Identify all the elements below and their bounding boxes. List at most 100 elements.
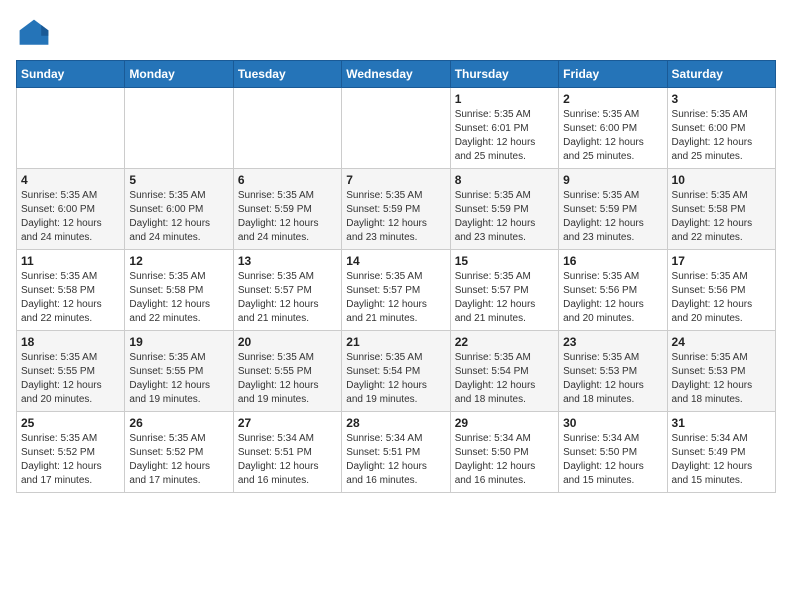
day-number: 20 xyxy=(238,335,337,349)
calendar-cell xyxy=(17,88,125,169)
calendar-week-row: 25 Sunrise: 5:35 AM Sunset: 5:52 PM Dayli… xyxy=(17,412,776,493)
calendar-cell: 15 Sunrise: 5:35 AM Sunset: 5:57 PM Dayli… xyxy=(450,250,558,331)
day-info: Sunrise: 5:35 AM Sunset: 5:52 PM Dayligh… xyxy=(129,432,228,488)
day-number: 4 xyxy=(21,173,120,187)
day-info: Sunrise: 5:35 AM Sunset: 5:56 PM Dayligh… xyxy=(563,270,662,326)
day-info: Sunrise: 5:35 AM Sunset: 5:54 PM Dayligh… xyxy=(346,351,445,407)
day-info: Sunrise: 5:35 AM Sunset: 5:58 PM Dayligh… xyxy=(129,270,228,326)
day-info: Sunrise: 5:35 AM Sunset: 6:00 PM Dayligh… xyxy=(563,108,662,164)
calendar-cell: 13 Sunrise: 5:35 AM Sunset: 5:57 PM Dayli… xyxy=(233,250,341,331)
calendar-cell: 19 Sunrise: 5:35 AM Sunset: 5:55 PM Dayli… xyxy=(125,331,233,412)
day-info: Sunrise: 5:35 AM Sunset: 5:53 PM Dayligh… xyxy=(672,351,771,407)
day-info: Sunrise: 5:35 AM Sunset: 5:57 PM Dayligh… xyxy=(346,270,445,326)
day-number: 25 xyxy=(21,416,120,430)
page-header xyxy=(16,16,776,52)
day-number: 22 xyxy=(455,335,554,349)
calendar-cell xyxy=(342,88,450,169)
calendar-cell: 29 Sunrise: 5:34 AM Sunset: 5:50 PM Dayli… xyxy=(450,412,558,493)
calendar-week-row: 11 Sunrise: 5:35 AM Sunset: 5:58 PM Dayli… xyxy=(17,250,776,331)
day-info: Sunrise: 5:34 AM Sunset: 5:51 PM Dayligh… xyxy=(346,432,445,488)
day-info: Sunrise: 5:34 AM Sunset: 5:49 PM Dayligh… xyxy=(672,432,771,488)
calendar-cell: 21 Sunrise: 5:35 AM Sunset: 5:54 PM Dayli… xyxy=(342,331,450,412)
day-number: 24 xyxy=(672,335,771,349)
weekday-header-thursday: Thursday xyxy=(450,61,558,88)
day-info: Sunrise: 5:35 AM Sunset: 6:00 PM Dayligh… xyxy=(672,108,771,164)
calendar-cell: 5Sunrise: 5:35 AM Sunset: 6:00 PM Daylig… xyxy=(125,169,233,250)
day-number: 10 xyxy=(672,173,771,187)
day-number: 21 xyxy=(346,335,445,349)
calendar-cell: 8Sunrise: 5:35 AM Sunset: 5:59 PM Daylig… xyxy=(450,169,558,250)
calendar-cell: 31 Sunrise: 5:34 AM Sunset: 5:49 PM Dayli… xyxy=(667,412,775,493)
day-number: 29 xyxy=(455,416,554,430)
day-number: 26 xyxy=(129,416,228,430)
day-number: 9 xyxy=(563,173,662,187)
day-number: 1 xyxy=(455,92,554,106)
day-number: 2 xyxy=(563,92,662,106)
calendar-cell: 26 Sunrise: 5:35 AM Sunset: 5:52 PM Dayli… xyxy=(125,412,233,493)
day-info: Sunrise: 5:35 AM Sunset: 5:59 PM Dayligh… xyxy=(455,189,554,245)
day-info: Sunrise: 5:34 AM Sunset: 5:50 PM Dayligh… xyxy=(563,432,662,488)
calendar-week-row: 18 Sunrise: 5:35 AM Sunset: 5:55 PM Dayli… xyxy=(17,331,776,412)
weekday-header-wednesday: Wednesday xyxy=(342,61,450,88)
day-info: Sunrise: 5:34 AM Sunset: 5:50 PM Dayligh… xyxy=(455,432,554,488)
calendar-cell: 6Sunrise: 5:35 AM Sunset: 5:59 PM Daylig… xyxy=(233,169,341,250)
day-number: 27 xyxy=(238,416,337,430)
day-number: 28 xyxy=(346,416,445,430)
calendar-cell: 30 Sunrise: 5:34 AM Sunset: 5:50 PM Dayli… xyxy=(559,412,667,493)
day-info: Sunrise: 5:35 AM Sunset: 5:57 PM Dayligh… xyxy=(238,270,337,326)
day-info: Sunrise: 5:35 AM Sunset: 5:55 PM Dayligh… xyxy=(129,351,228,407)
day-info: Sunrise: 5:34 AM Sunset: 5:51 PM Dayligh… xyxy=(238,432,337,488)
calendar-week-row: 4 Sunrise: 5:35 AM Sunset: 6:00 PM Daylig… xyxy=(17,169,776,250)
day-number: 16 xyxy=(563,254,662,268)
calendar-cell: 9Sunrise: 5:35 AM Sunset: 5:59 PM Daylig… xyxy=(559,169,667,250)
day-number: 13 xyxy=(238,254,337,268)
day-number: 11 xyxy=(21,254,120,268)
calendar-table: SundayMondayTuesdayWednesdayThursdayFrid… xyxy=(16,60,776,493)
calendar-cell: 1 Sunrise: 5:35 AM Sunset: 6:01 PM Daylig… xyxy=(450,88,558,169)
calendar-week-row: 1 Sunrise: 5:35 AM Sunset: 6:01 PM Daylig… xyxy=(17,88,776,169)
calendar-cell: 7Sunrise: 5:35 AM Sunset: 5:59 PM Daylig… xyxy=(342,169,450,250)
calendar-cell: 3 Sunrise: 5:35 AM Sunset: 6:00 PM Daylig… xyxy=(667,88,775,169)
weekday-header-friday: Friday xyxy=(559,61,667,88)
day-info: Sunrise: 5:35 AM Sunset: 5:55 PM Dayligh… xyxy=(238,351,337,407)
day-number: 18 xyxy=(21,335,120,349)
day-info: Sunrise: 5:35 AM Sunset: 5:58 PM Dayligh… xyxy=(21,270,120,326)
day-info: Sunrise: 5:35 AM Sunset: 6:01 PM Dayligh… xyxy=(455,108,554,164)
day-number: 14 xyxy=(346,254,445,268)
calendar-cell: 18Sunrise: 5:35 AM Sunset: 5:55 PM Dayli… xyxy=(17,331,125,412)
calendar-cell xyxy=(233,88,341,169)
day-number: 19 xyxy=(129,335,228,349)
day-number: 5 xyxy=(129,173,228,187)
day-info: Sunrise: 5:35 AM Sunset: 5:52 PM Dayligh… xyxy=(21,432,120,488)
day-info: Sunrise: 5:35 AM Sunset: 5:59 PM Dayligh… xyxy=(238,189,337,245)
day-number: 31 xyxy=(672,416,771,430)
calendar-cell: 28 Sunrise: 5:34 AM Sunset: 5:51 PM Dayli… xyxy=(342,412,450,493)
day-number: 15 xyxy=(455,254,554,268)
logo xyxy=(16,16,56,52)
calendar-cell: 12Sunrise: 5:35 AM Sunset: 5:58 PM Dayli… xyxy=(125,250,233,331)
day-number: 3 xyxy=(672,92,771,106)
day-info: Sunrise: 5:35 AM Sunset: 5:58 PM Dayligh… xyxy=(672,189,771,245)
day-info: Sunrise: 5:35 AM Sunset: 5:59 PM Dayligh… xyxy=(346,189,445,245)
day-info: Sunrise: 5:35 AM Sunset: 6:00 PM Dayligh… xyxy=(21,189,120,245)
calendar-cell: 22 Sunrise: 5:35 AM Sunset: 5:54 PM Dayli… xyxy=(450,331,558,412)
logo-icon xyxy=(16,16,52,52)
day-number: 23 xyxy=(563,335,662,349)
calendar-cell: 4 Sunrise: 5:35 AM Sunset: 6:00 PM Daylig… xyxy=(17,169,125,250)
calendar-cell: 14 Sunrise: 5:35 AM Sunset: 5:57 PM Dayli… xyxy=(342,250,450,331)
calendar-cell: 25 Sunrise: 5:35 AM Sunset: 5:52 PM Dayli… xyxy=(17,412,125,493)
day-info: Sunrise: 5:35 AM Sunset: 5:56 PM Dayligh… xyxy=(672,270,771,326)
weekday-header-sunday: Sunday xyxy=(17,61,125,88)
calendar-cell: 20 Sunrise: 5:35 AM Sunset: 5:55 PM Dayli… xyxy=(233,331,341,412)
calendar-cell: 10 Sunrise: 5:35 AM Sunset: 5:58 PM Dayli… xyxy=(667,169,775,250)
day-info: Sunrise: 5:35 AM Sunset: 5:57 PM Dayligh… xyxy=(455,270,554,326)
calendar-cell: 24 Sunrise: 5:35 AM Sunset: 5:53 PM Dayli… xyxy=(667,331,775,412)
calendar-cell: 11 Sunrise: 5:35 AM Sunset: 5:58 PM Dayli… xyxy=(17,250,125,331)
weekday-header-monday: Monday xyxy=(125,61,233,88)
calendar-cell xyxy=(125,88,233,169)
weekday-header-tuesday: Tuesday xyxy=(233,61,341,88)
day-number: 30 xyxy=(563,416,662,430)
day-number: 17 xyxy=(672,254,771,268)
day-info: Sunrise: 5:35 AM Sunset: 5:54 PM Dayligh… xyxy=(455,351,554,407)
day-info: Sunrise: 5:35 AM Sunset: 5:53 PM Dayligh… xyxy=(563,351,662,407)
